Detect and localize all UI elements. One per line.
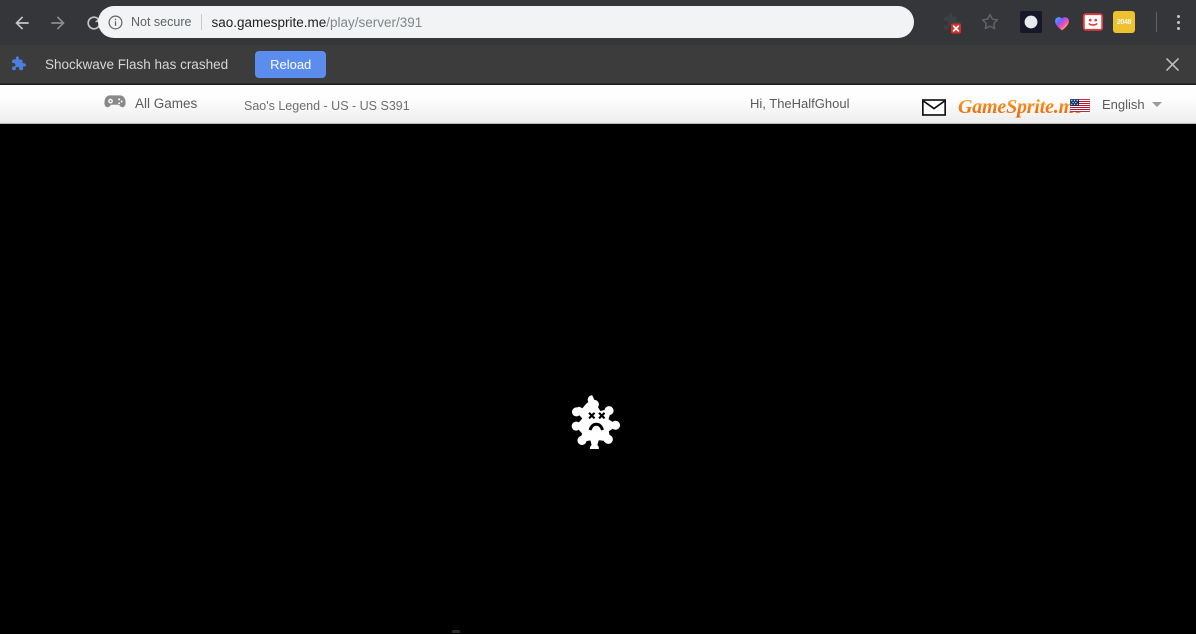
- toolbar-divider: [1156, 12, 1157, 32]
- info-circle-icon[interactable]: [107, 14, 124, 31]
- sad-puzzle-piece-icon: [568, 393, 624, 453]
- card-face-extension-icon[interactable]: [1082, 11, 1104, 33]
- all-games-link[interactable]: All Games: [104, 94, 197, 112]
- game-title: Sao's Legend - US - US S391: [244, 99, 410, 113]
- url-host: sao.gamesprite.me: [211, 14, 327, 30]
- envelope-icon[interactable]: [921, 99, 947, 116]
- moon-extension-icon[interactable]: [1020, 11, 1042, 33]
- us-flag-icon: [1069, 98, 1091, 113]
- star-outline-icon[interactable]: [979, 11, 1001, 33]
- browser-toolbar: Not secure sao.gamesprite.me/play/server…: [0, 0, 1196, 45]
- gamepad-icon: [104, 94, 126, 112]
- user-greeting: Hi, TheHalfGhoul: [750, 96, 850, 111]
- site-logo[interactable]: GameSprite.me: [958, 96, 1083, 119]
- extension-icons: 2048: [1020, 11, 1135, 33]
- three-dot-menu-icon[interactable]: [1169, 12, 1187, 32]
- security-status-label: Not secure: [131, 15, 192, 29]
- site-header: All Games Sao's Legend - US - US S391 Hi…: [0, 84, 1196, 124]
- all-games-label: All Games: [135, 95, 198, 111]
- back-button[interactable]: [7, 8, 37, 38]
- plugin-content-area: [0, 124, 1196, 634]
- url-path: /play/server/391: [326, 14, 423, 30]
- 2048-extension-icon[interactable]: 2048: [1113, 11, 1135, 33]
- close-icon[interactable]: [1160, 52, 1184, 76]
- navigation-buttons: [0, 8, 112, 38]
- bottom-artifact: [452, 630, 460, 633]
- browser-window: Not secure sao.gamesprite.me/play/server…: [0, 0, 1196, 634]
- reload-plugin-button[interactable]: Reload: [255, 50, 327, 78]
- blue-puzzle-piece-icon: [7, 54, 27, 74]
- infobar-message: Shockwave Flash has crashed: [45, 56, 229, 72]
- address-bar[interactable]: Not secure sao.gamesprite.me/play/server…: [98, 6, 914, 38]
- forward-button[interactable]: [43, 8, 73, 38]
- url-text[interactable]: sao.gamesprite.me/play/server/391: [211, 15, 422, 30]
- flash-crash-infobar: Shockwave Flash has crashed Reload: [0, 45, 1196, 84]
- forward-arrow-icon: [48, 13, 68, 33]
- omnibox-divider: [201, 14, 203, 30]
- back-arrow-icon: [12, 13, 32, 33]
- puzzle-piece-blocked-icon[interactable]: [938, 10, 962, 34]
- language-selector[interactable]: English: [1102, 97, 1162, 112]
- language-label: English: [1102, 97, 1145, 112]
- rainbow-heart-extension-icon[interactable]: [1051, 11, 1073, 33]
- chevron-down-icon: [1151, 102, 1162, 107]
